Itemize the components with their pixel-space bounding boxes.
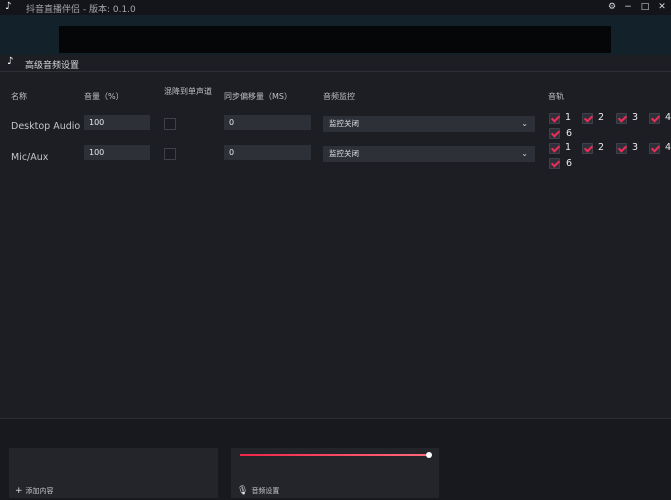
- downmix-mono-checkbox[interactable]: [164, 118, 176, 130]
- checkbox-checked-icon: [649, 143, 660, 154]
- sync-offset-input[interactable]: [224, 115, 311, 130]
- tiktok-logo-icon: ♪: [7, 56, 14, 67]
- title-bar: ♪ 抖音直播伴侣 - 版本: 0.1.0 ⚙ − □ ✕: [0, 0, 671, 15]
- add-content-panel[interactable]: + 添加内容: [9, 448, 218, 498]
- settings-gear-icon[interactable]: ⚙: [604, 0, 620, 15]
- monitoring-select[interactable]: 监控关闭 ⌄: [323, 146, 535, 162]
- checkbox-checked-icon: [582, 113, 593, 124]
- source-name: Desktop Audio: [11, 121, 81, 132]
- checkbox-checked-icon: [549, 158, 560, 169]
- checkbox-checked-icon: [549, 143, 560, 154]
- audio-settings-panel: 🎙 音频设置: [231, 448, 439, 498]
- chevron-down-icon: ⌄: [521, 119, 528, 128]
- checkbox-checked-icon: [649, 113, 660, 124]
- dialog-title: 高级音频设置: [25, 61, 80, 71]
- track-number: 6: [566, 128, 573, 139]
- track-number: 2: [598, 112, 605, 123]
- preview-bar: [59, 26, 611, 53]
- track-number: 1: [565, 142, 572, 153]
- column-header-tracks: 音轨: [548, 92, 564, 101]
- track-number: 4: [665, 142, 671, 153]
- column-header-downmix-mono: 混降到单声道: [164, 87, 212, 96]
- monitoring-select-value: 监控关闭: [329, 119, 359, 128]
- monitoring-select-value: 监控关闭: [329, 149, 359, 158]
- column-header-name: 名称: [11, 92, 27, 101]
- minimize-button[interactable]: −: [620, 0, 636, 15]
- column-header-volume: 音量（%）: [84, 92, 124, 101]
- column-header-sync-offset: 同步偏移量（MS）: [224, 92, 292, 101]
- track-number: 2: [598, 142, 605, 153]
- checkbox-checked-icon: [549, 113, 560, 124]
- plus-icon: +: [15, 486, 23, 496]
- monitoring-select[interactable]: 监控关闭 ⌄: [323, 116, 535, 132]
- chevron-down-icon: ⌄: [521, 149, 528, 158]
- maximize-button[interactable]: □: [637, 0, 653, 15]
- checkbox-checked-icon: [549, 128, 560, 139]
- volume-input[interactable]: [84, 145, 150, 160]
- track-number: 3: [632, 112, 639, 123]
- volume-slider-handle[interactable]: [426, 452, 432, 458]
- sync-offset-input[interactable]: [224, 145, 311, 160]
- checkbox-checked-icon: [616, 113, 627, 124]
- downmix-mono-checkbox[interactable]: [164, 148, 176, 160]
- microphone-icon: 🎙: [237, 486, 249, 496]
- volume-input[interactable]: [84, 115, 150, 130]
- track-number: 6: [566, 158, 573, 169]
- add-content-button[interactable]: + 添加内容: [15, 486, 54, 496]
- column-header-monitoring: 音频监控: [323, 92, 355, 101]
- dialog-header: ♪ 高级音频设置: [0, 55, 671, 72]
- checkbox-checked-icon: [582, 143, 593, 154]
- add-content-label: 添加内容: [25, 487, 54, 495]
- source-name: Mic/Aux: [11, 152, 49, 163]
- close-button[interactable]: ✕: [654, 0, 670, 15]
- window-title: 抖音直播伴侣 - 版本: 0.1.0: [26, 5, 136, 15]
- tiktok-logo-icon: ♪: [5, 1, 12, 12]
- track-number: 1: [565, 112, 572, 123]
- audio-settings-label: 音频设置: [251, 487, 280, 495]
- top-strip: [0, 15, 671, 55]
- checkbox-checked-icon: [616, 143, 627, 154]
- track-number: 3: [632, 142, 639, 153]
- volume-slider[interactable]: [240, 454, 430, 456]
- track-number: 4: [665, 112, 671, 123]
- audio-settings-button[interactable]: 🎙 音频设置: [237, 486, 279, 496]
